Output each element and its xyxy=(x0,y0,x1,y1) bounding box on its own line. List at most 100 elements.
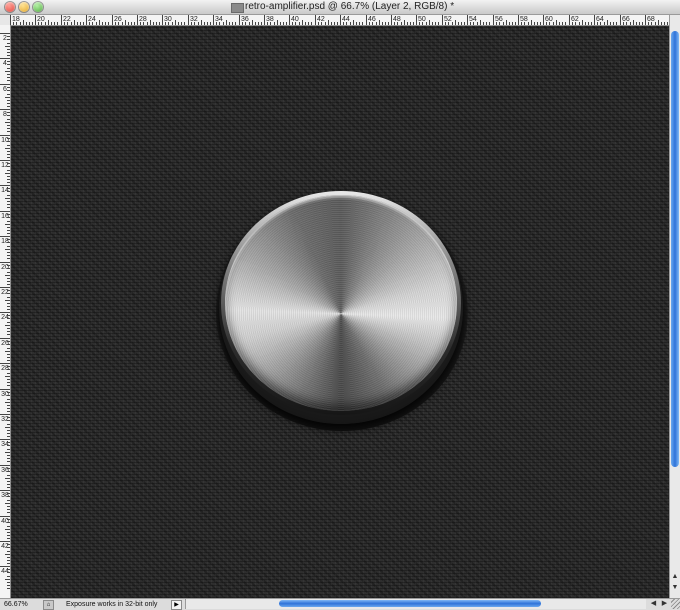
window-titlebar[interactable]: retro-amplifier.psd @ 66.7% (Layer 2, RG… xyxy=(0,0,680,15)
ruler-major-tick xyxy=(0,516,10,517)
ruler-minor-tick xyxy=(7,195,10,196)
horizontal-scroll-thumb[interactable] xyxy=(279,600,541,607)
ruler-minor-tick xyxy=(483,22,484,25)
vertical-scroll-thumb[interactable] xyxy=(671,31,679,467)
ruler-minor-tick xyxy=(7,322,10,323)
ruler-minor-tick xyxy=(168,22,169,25)
ruler-minor-tick xyxy=(143,22,144,25)
zoom-level[interactable]: 66.67% xyxy=(4,599,28,610)
ruler-minor-tick xyxy=(204,22,205,25)
ruler-minor-tick xyxy=(140,22,141,25)
document-icon xyxy=(231,3,244,13)
ruler-minor-tick xyxy=(7,458,10,459)
ruler-minor-tick xyxy=(655,22,656,25)
ruler-minor-tick xyxy=(7,487,10,488)
ruler-minor-tick xyxy=(7,217,10,218)
ruler-minor-tick xyxy=(7,80,10,81)
ruler-minor-tick xyxy=(7,445,10,446)
close-icon[interactable] xyxy=(5,2,15,12)
zoom-icon[interactable] xyxy=(33,2,43,12)
ruler-minor-tick xyxy=(7,293,10,294)
ruler-minor-tick xyxy=(80,22,81,25)
ruler-minor-tick xyxy=(7,455,10,456)
ruler-minor-tick xyxy=(29,22,30,25)
ruler-minor-tick xyxy=(7,252,10,253)
ruler-minor-tick xyxy=(7,255,10,256)
ruler-minor-tick xyxy=(600,22,601,25)
ruler-major-tick xyxy=(0,439,10,440)
ruler-minor-tick xyxy=(7,411,10,412)
ruler-minor-tick xyxy=(499,22,500,25)
ruler-minor-tick xyxy=(57,22,58,25)
ruler-minor-tick xyxy=(549,22,550,25)
status-message: Exposure works in 32-bit only xyxy=(66,601,158,608)
ruler-minor-tick xyxy=(337,22,338,25)
ruler-minor-tick xyxy=(7,385,10,386)
ruler-minor-tick xyxy=(7,509,10,510)
ruler-minor-tick xyxy=(89,22,90,25)
horizontal-ruler[interactable]: 18 20 22 24 26 28 30 32 34 36 38 40 42 44 46 48 50 52 54 56… xyxy=(10,15,669,26)
ruler-minor-tick xyxy=(26,22,27,25)
ruler-minor-tick xyxy=(5,579,10,580)
vertical-scrollbar[interactable]: ▲ ▼ xyxy=(669,15,680,598)
ruler-minor-tick xyxy=(255,22,256,25)
ruler-minor-tick xyxy=(7,306,10,307)
ruler-minor-tick xyxy=(626,22,627,25)
ruler-minor-tick xyxy=(534,22,535,25)
ruler-minor-tick xyxy=(156,22,157,25)
ruler-minor-tick xyxy=(308,22,309,25)
scroll-left-icon[interactable]: ◀ xyxy=(649,599,658,609)
ruler-minor-tick xyxy=(96,22,97,25)
ruler-minor-tick xyxy=(496,22,497,25)
scroll-right-icon[interactable]: ▶ xyxy=(660,599,669,609)
ruler-minor-tick xyxy=(235,22,236,25)
ruler-minor-tick xyxy=(198,22,199,25)
ruler-major-tick xyxy=(0,262,10,263)
ruler-minor-tick xyxy=(489,22,490,25)
ruler-minor-tick xyxy=(286,22,287,25)
resize-grip-icon[interactable] xyxy=(671,599,680,609)
ruler-minor-tick xyxy=(134,22,135,25)
ruler-minor-tick xyxy=(591,22,592,25)
ruler-minor-tick xyxy=(7,128,10,129)
ruler-minor-tick xyxy=(661,22,662,25)
ruler-minor-tick xyxy=(165,22,166,25)
vertical-ruler[interactable]: 2 4 6 8 10 12 14 16 18 20 22 24 26 28 30 32 34 36 38 40 42 44 xyxy=(0,25,11,598)
ruler-minor-tick xyxy=(258,22,259,25)
ruler-minor-tick xyxy=(5,554,10,555)
ruler-minor-tick xyxy=(7,201,10,202)
ruler-minor-tick xyxy=(7,138,10,139)
knob-brush-texture xyxy=(225,195,457,411)
ruler-minor-tick xyxy=(5,427,10,428)
ruler-minor-tick xyxy=(7,569,10,570)
ruler-minor-tick xyxy=(7,297,10,298)
minimize-icon[interactable] xyxy=(19,2,29,12)
ruler-minor-tick xyxy=(452,22,453,25)
ruler-minor-tick xyxy=(7,331,10,332)
ruler-minor-tick xyxy=(7,182,10,183)
ruler-minor-tick xyxy=(7,90,10,91)
ruler-minor-tick xyxy=(7,151,10,152)
ruler-minor-tick xyxy=(448,22,449,25)
ruler-major-tick xyxy=(416,15,417,25)
ruler-minor-tick xyxy=(585,22,586,25)
document-canvas[interactable] xyxy=(11,26,669,598)
ruler-minor-tick xyxy=(356,22,357,25)
ruler-minor-tick xyxy=(5,224,10,225)
ruler-minor-tick xyxy=(7,405,10,406)
ruler-minor-tick xyxy=(7,239,10,240)
ruler-minor-tick xyxy=(651,22,652,25)
horizontal-scrollbar[interactable] xyxy=(185,599,646,609)
ruler-minor-tick xyxy=(7,87,10,88)
ruler-minor-tick xyxy=(5,452,10,453)
ruler-minor-tick xyxy=(216,22,217,25)
ruler-minor-tick xyxy=(54,22,55,25)
ruler-major-tick xyxy=(0,84,10,85)
scroll-down-icon[interactable]: ▼ xyxy=(670,584,680,592)
ruler-minor-tick xyxy=(379,20,380,25)
ruler-minor-tick xyxy=(7,366,10,367)
ruler-minor-tick xyxy=(7,106,10,107)
scroll-up-icon[interactable]: ▲ xyxy=(670,573,680,581)
ruler-minor-tick xyxy=(7,188,10,189)
ruler-major-tick xyxy=(86,15,87,25)
